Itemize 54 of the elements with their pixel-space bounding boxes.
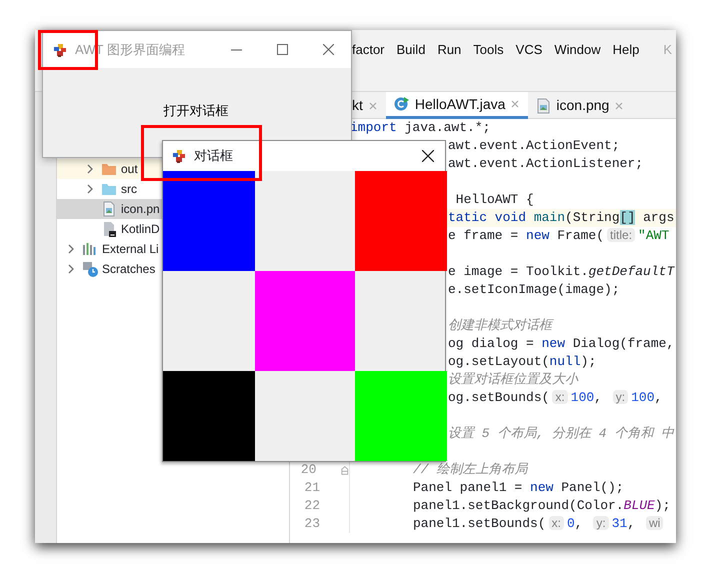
image-file-icon [536, 98, 552, 114]
code-line: Panel panel1 = new Panel(); [413, 479, 624, 498]
file-icon [101, 221, 117, 237]
code-line: 设置 5 个布局, 分别在 4 个角和 中 [448, 425, 674, 444]
code-line: awt.event.ActionListener; [448, 155, 644, 174]
window-title: 对话框 [194, 147, 234, 166]
line-number: 23 [303, 515, 320, 534]
line-number: 22 [303, 497, 320, 516]
code-line: awt.event.ActionEvent; [448, 137, 620, 156]
code-line: og dialog = new Dialog(frame, [448, 335, 674, 354]
code-line: og.setBounds( x: 100, y: 100, [448, 389, 662, 408]
app-icon [53, 42, 67, 56]
image-file-icon [101, 201, 117, 217]
tree-item[interactable]: KotlinD [57, 219, 289, 239]
tree-item[interactable]: Scratches [57, 259, 289, 279]
code-line: import java.awt.*; [350, 119, 490, 138]
editor-tab[interactable]: kt [352, 92, 386, 119]
code-line: tatic void main(String[] args [448, 209, 674, 228]
editor-tab[interactable]: HelloAWT.java [386, 92, 528, 119]
library-icon [82, 241, 98, 257]
maximize-icon [276, 44, 288, 55]
scratch-clock-icon [82, 261, 98, 277]
class-file-icon [394, 96, 410, 112]
menu-item[interactable]: Tools [473, 40, 504, 60]
tree-item[interactable]: src [57, 179, 289, 199]
menu-item[interactable]: factor [352, 40, 385, 60]
menu-item[interactable]: Help [612, 40, 640, 60]
code-line: HelloAWT { [454, 191, 534, 210]
close-icon [510, 99, 520, 109]
line-number: 20 [300, 461, 316, 480]
close-icon [614, 100, 624, 110]
code-line: 创建非模式对话框 [448, 317, 552, 336]
close-icon [422, 150, 434, 162]
code-line: e.setIconImage(image); [448, 281, 620, 300]
code-line: panel1.setBackground(Color.BLUE); [413, 497, 670, 516]
editor-tab[interactable]: icon.png [528, 92, 632, 119]
folder-icon [101, 181, 117, 197]
menu-item[interactable]: Window [554, 40, 601, 60]
tree-item[interactable]: External Li [57, 239, 289, 259]
close-icon [368, 100, 378, 110]
folder-icon [101, 161, 117, 177]
code-line: e frame = new Frame( title: "AWT [448, 227, 670, 246]
open-dialog-button[interactable]: 打开对话框 [160, 98, 232, 122]
menu-item[interactable]: VCS [516, 40, 542, 60]
menu-item[interactable]: Build [396, 40, 426, 60]
menu-item[interactable]: Run [437, 40, 462, 60]
code-line: 设置对话框位置及大小 [448, 371, 578, 390]
code-line: e image = Toolkit.getDefaultT [448, 263, 674, 282]
code-line: // 绘制左上角布局 [413, 461, 528, 480]
code-line: panel1.setBounds( x: 0, y: 31, wi [413, 514, 666, 534]
close-icon [322, 44, 334, 55]
app-icon [172, 149, 186, 163]
line-number: 21 [303, 479, 320, 498]
code-line: og.setLayout(null); [448, 353, 596, 372]
